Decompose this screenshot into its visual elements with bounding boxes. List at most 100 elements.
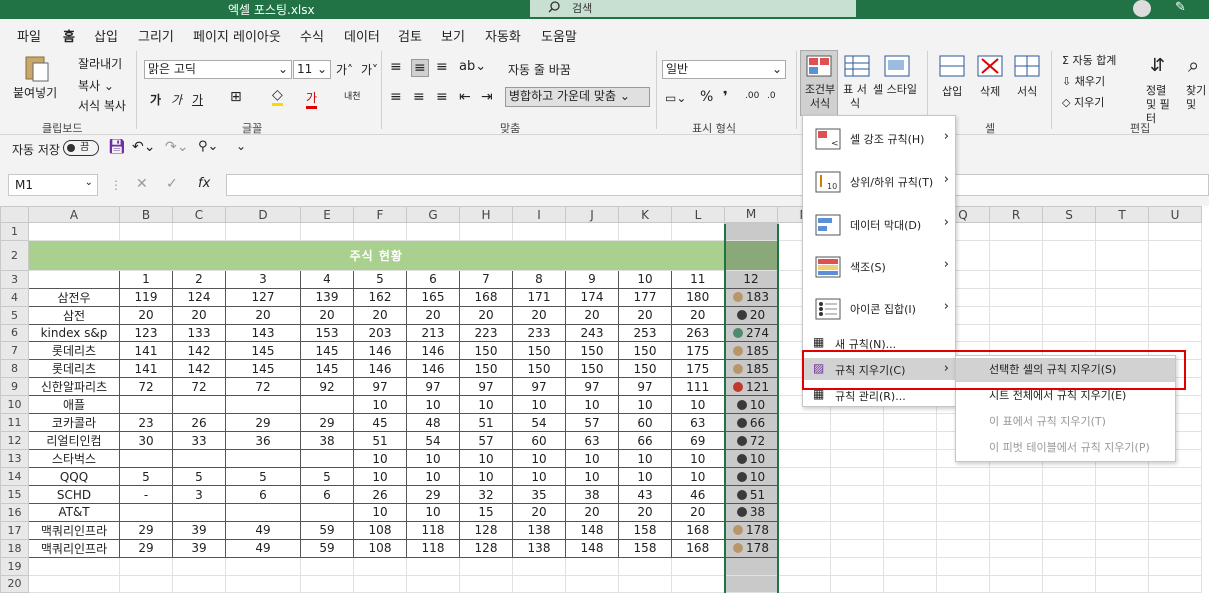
cell[interactable]: 리얼티인컴 <box>28 431 120 451</box>
cell[interactable] <box>459 556 513 576</box>
cell[interactable]: 175 <box>671 341 725 361</box>
cell[interactable] <box>1095 305 1149 325</box>
column-header-i[interactable]: I <box>512 206 566 223</box>
column-header-d[interactable]: D <box>225 206 301 223</box>
cell[interactable]: 141 <box>119 359 173 379</box>
font-color-icon[interactable]: 가 <box>306 89 318 109</box>
column-header-h[interactable]: H <box>459 206 513 223</box>
cell[interactable] <box>777 520 831 540</box>
cell[interactable] <box>989 538 1043 558</box>
cell[interactable]: 23 <box>119 413 173 433</box>
cell[interactable] <box>1148 485 1202 504</box>
user-avatar[interactable] <box>1133 0 1151 17</box>
cell[interactable]: 143 <box>225 323 301 343</box>
cell[interactable] <box>723 239 779 271</box>
cell[interactable]: 123 <box>119 323 173 343</box>
cell[interactable]: 72 <box>172 377 226 397</box>
cell[interactable]: 10 <box>565 395 619 415</box>
cell[interactable]: 183 <box>723 287 779 307</box>
cell[interactable]: 10 <box>723 467 779 487</box>
cell[interactable]: 185 <box>723 359 779 379</box>
cell[interactable]: 38 <box>723 502 779 522</box>
cell[interactable]: 3 <box>225 269 301 289</box>
cell[interactable]: 20 <box>671 502 725 522</box>
cell[interactable] <box>723 222 779 241</box>
cell[interactable] <box>671 556 725 576</box>
cell[interactable]: 51 <box>723 485 779 504</box>
cell[interactable]: 20 <box>618 502 672 522</box>
cell[interactable]: 20 <box>618 305 672 325</box>
cell[interactable] <box>172 449 226 469</box>
cell[interactable] <box>883 431 937 451</box>
cell[interactable] <box>989 222 1043 241</box>
cell[interactable]: 175 <box>671 359 725 379</box>
cell[interactable] <box>172 556 226 576</box>
cell[interactable] <box>172 395 226 415</box>
wrap-text-button[interactable]: 자동 줄 바꿈 <box>508 61 571 78</box>
cell[interactable]: 롯데리츠 <box>28 359 120 379</box>
cell[interactable] <box>830 431 884 451</box>
cell[interactable]: 49 <box>225 520 301 540</box>
customize-qat-icon[interactable]: ⌄ <box>236 139 246 153</box>
cell[interactable]: 삼전우 <box>28 287 120 307</box>
number-format-select[interactable]: 일반 ⌄ <box>662 60 786 79</box>
cell[interactable] <box>1095 538 1149 558</box>
cell[interactable] <box>777 485 831 504</box>
cell[interactable]: 46 <box>671 485 725 504</box>
cell[interactable] <box>1042 222 1096 241</box>
cell[interactable]: 150 <box>618 341 672 361</box>
column-header-c[interactable]: C <box>172 206 226 223</box>
cell[interactable] <box>172 502 226 522</box>
cell[interactable]: 54 <box>512 413 566 433</box>
cell[interactable]: 150 <box>512 341 566 361</box>
cell[interactable] <box>353 574 407 594</box>
cell[interactable]: 20 <box>172 305 226 325</box>
cell[interactable] <box>883 574 937 594</box>
cell[interactable]: 66 <box>723 413 779 433</box>
cell[interactable]: 10 <box>618 269 672 289</box>
cell[interactable] <box>1148 502 1202 522</box>
menu-data[interactable]: 데이터 <box>344 26 380 45</box>
font-grow-icon[interactable]: 가˄ <box>336 61 353 78</box>
format-cells-icon[interactable] <box>1014 55 1040 77</box>
cell[interactable]: 168 <box>671 520 725 540</box>
cell[interactable]: 36 <box>225 431 301 451</box>
menu-highlight-rules[interactable]: < 셀 강조 규칙(H) › <box>803 119 957 159</box>
column-header-m[interactable]: M <box>724 206 778 224</box>
cell[interactable]: 26 <box>353 485 407 504</box>
cell[interactable]: 5 <box>172 467 226 487</box>
cell[interactable]: 97 <box>353 377 407 397</box>
table-format-icon[interactable] <box>844 55 870 77</box>
cell[interactable]: 29 <box>225 413 301 433</box>
cell[interactable]: 10 <box>353 395 407 415</box>
cell[interactable] <box>989 323 1043 343</box>
cell[interactable]: 263 <box>671 323 725 343</box>
cell[interactable]: 138 <box>512 538 566 558</box>
row-header[interactable]: 4 <box>0 287 29 307</box>
cell[interactable]: 177 <box>618 287 672 307</box>
row-header[interactable]: 14 <box>0 467 29 487</box>
cell[interactable]: 10 <box>406 449 460 469</box>
font-shrink-icon[interactable]: 가˅ <box>361 61 378 78</box>
undo-icon[interactable]: ↶⌄ <box>132 139 155 155</box>
cell[interactable] <box>406 556 460 576</box>
cell[interactable]: 45 <box>353 413 407 433</box>
cell[interactable]: 124 <box>172 287 226 307</box>
cell[interactable] <box>300 556 354 576</box>
cell[interactable]: 20 <box>512 305 566 325</box>
cell[interactable]: 6 <box>406 269 460 289</box>
cell[interactable]: 54 <box>406 431 460 451</box>
menu-data-bars[interactable]: 데이터 막대(D) › <box>803 205 957 245</box>
cell[interactable]: 10 <box>459 395 513 415</box>
cell[interactable] <box>777 556 831 576</box>
table-format-button[interactable]: 표 서식 <box>840 83 870 111</box>
row-header[interactable]: 10 <box>0 395 29 415</box>
row-header[interactable]: 3 <box>0 269 29 289</box>
cell[interactable]: 97 <box>565 377 619 397</box>
row-header[interactable]: 13 <box>0 449 29 469</box>
cell[interactable] <box>1148 269 1202 289</box>
cell[interactable]: 97 <box>512 377 566 397</box>
cell[interactable] <box>353 556 407 576</box>
cell[interactable]: 127 <box>225 287 301 307</box>
column-header-e[interactable]: E <box>300 206 354 223</box>
